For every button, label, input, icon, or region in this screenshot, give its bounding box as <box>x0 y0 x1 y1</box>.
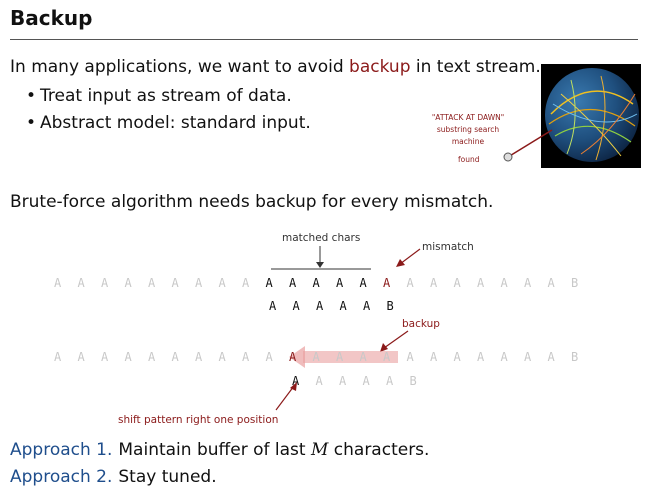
char-cell: A <box>453 276 461 290</box>
char-cell: A <box>547 276 555 290</box>
char-cell: B <box>571 276 579 290</box>
approach-2-label: Approach 2. <box>10 467 113 487</box>
shift-pointer <box>275 382 297 411</box>
char-cell: A <box>500 350 508 364</box>
char-cell: A <box>242 276 250 290</box>
char-cell: A <box>524 350 532 364</box>
found-pointer <box>503 129 553 162</box>
char-cell: A <box>383 276 391 290</box>
approach-1-text-pre: Maintain buffer of last <box>118 440 311 460</box>
char-cell: A <box>500 276 508 290</box>
bullet-dot-icon: • <box>26 113 37 133</box>
char-cell: A <box>477 350 485 364</box>
char-cell: A <box>289 276 297 290</box>
char-cell: A <box>218 350 226 364</box>
approach-1: Approach 1. Maintain buffer of last M cha… <box>10 440 429 460</box>
char-cell: A <box>336 276 344 290</box>
char-cell: A <box>148 350 156 364</box>
bullet-text-2: Abstract model: standard input. <box>40 113 311 133</box>
intro-text-post: in text stream. <box>410 57 541 77</box>
char-cell: A <box>265 276 273 290</box>
shift-label: shift pattern right one position <box>118 414 279 426</box>
approach-2: Approach 2. Stay tuned. <box>10 467 217 487</box>
diagram-arrows-top <box>271 246 421 270</box>
char-cell: A <box>101 276 109 290</box>
char-cell: A <box>363 299 371 313</box>
char-cell: A <box>292 299 300 313</box>
intro-text-pre: In many applications, we want to avoid <box>10 57 350 77</box>
char-cell: A <box>289 350 297 364</box>
approach-1-text: Maintain buffer of last M characters. <box>118 440 429 460</box>
char-cell: A <box>477 276 485 290</box>
title-divider <box>10 39 638 40</box>
char-cell: A <box>336 350 344 364</box>
char-cell: A <box>430 350 438 364</box>
char-cell: A <box>269 299 277 313</box>
char-cell: A <box>383 350 391 364</box>
char-cell: A <box>101 350 109 364</box>
char-cell: A <box>77 350 85 364</box>
char-cell: A <box>430 276 438 290</box>
char-cell: A <box>195 350 203 364</box>
bullet-dot-icon: • <box>26 86 37 106</box>
intro-highlight: backup <box>349 57 411 77</box>
char-cell: A <box>524 276 532 290</box>
char-cell: B <box>386 299 394 313</box>
found-label: found <box>458 155 480 164</box>
char-cell: A <box>124 276 132 290</box>
char-cell: A <box>171 350 179 364</box>
char-cell: A <box>386 374 394 388</box>
intro-line: In many applications, we want to avoid b… <box>10 57 541 77</box>
char-cell: A <box>312 276 320 290</box>
char-cell: A <box>359 276 367 290</box>
char-cell: A <box>54 276 62 290</box>
slide-title: Backup <box>10 6 93 30</box>
char-cell: B <box>409 374 417 388</box>
approach-1-label: Approach 1. <box>10 440 113 460</box>
char-cell: A <box>148 276 156 290</box>
char-cell: A <box>315 374 323 388</box>
char-cell: A <box>406 350 414 364</box>
char-cell: A <box>339 299 347 313</box>
approach-2-text: Stay tuned. <box>118 467 217 487</box>
matched-chars-label: matched chars <box>282 232 361 244</box>
bullet-text-1: Treat input as stream of data. <box>40 86 292 106</box>
char-cell: A <box>312 350 320 364</box>
char-cell: A <box>77 276 85 290</box>
char-cell: A <box>406 276 414 290</box>
char-cell: A <box>339 374 347 388</box>
approach-1-text-post: characters. <box>328 440 430 460</box>
char-cell: A <box>453 350 461 364</box>
char-cell: A <box>359 350 367 364</box>
bullet-item-2: • Abstract model: standard input. <box>26 113 311 133</box>
char-cell: A <box>54 350 62 364</box>
char-cell: A <box>195 276 203 290</box>
char-cell: A <box>171 276 179 290</box>
char-cell: A <box>265 350 273 364</box>
bullet-item-1: • Treat input as stream of data. <box>26 86 292 106</box>
char-cell: A <box>218 276 226 290</box>
char-cell: A <box>362 374 370 388</box>
char-cell: B <box>571 350 579 364</box>
brute-force-text: Brute-force algorithm needs backup for e… <box>10 192 494 212</box>
char-cell: A <box>124 350 132 364</box>
approach-1-var: M <box>310 440 329 460</box>
backup-arrow <box>289 346 398 368</box>
char-cell: A <box>547 350 555 364</box>
char-cell: A <box>316 299 324 313</box>
char-cell: A <box>242 350 250 364</box>
